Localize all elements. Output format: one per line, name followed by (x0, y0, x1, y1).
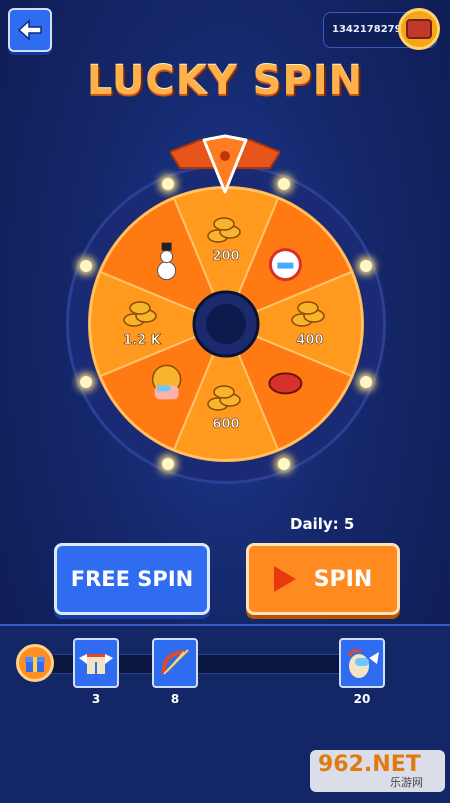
winged-pants-icon (79, 654, 113, 674)
free-spin-label: FREE SPIN (70, 567, 194, 591)
daily-count: Daily: 5 (290, 515, 355, 533)
spin-wheel: 200 400 600 1.2 K (66, 164, 386, 484)
segment-label-1: 200 (212, 249, 239, 264)
bow-arrow-icon (161, 649, 189, 675)
milestone-value-3: 20 (353, 692, 371, 706)
watermark-logo: 962.NET 乐游网 (310, 750, 445, 792)
wheel-hub-center (206, 304, 246, 344)
lion-dance-skin-icon (268, 248, 302, 282)
arrow-left-icon (17, 19, 42, 41)
free-spin-button[interactable]: FREE SPIN (54, 543, 210, 615)
milestone-reward-1[interactable] (73, 638, 119, 688)
segment-label-5: 600 (212, 417, 239, 432)
wheel-light-6 (79, 376, 92, 389)
wheel-pointer-icon (170, 134, 280, 194)
milestone-reward-3[interactable] (339, 638, 385, 688)
gift-box-icon[interactable] (16, 644, 54, 682)
cupid-crewmate-icon (347, 649, 379, 678)
segment-label-3: 400 (296, 333, 323, 348)
crewmate-hair-skin-icon (151, 364, 182, 400)
spin-button[interactable]: SPIN (246, 543, 400, 615)
watermark-sub: 乐游网 (390, 776, 423, 789)
page-title: LUCKY SPIN (86, 58, 364, 104)
milestone-reward-2[interactable] (152, 638, 198, 688)
spin-label: SPIN (313, 566, 373, 592)
segment-label-7: 1.2 K (123, 333, 162, 348)
play-icon (273, 566, 296, 592)
wheel-light-7 (79, 259, 92, 272)
milestone-value-2: 8 (170, 692, 180, 706)
treasure-chest-icon[interactable] (398, 8, 440, 50)
milestone-value-1: 3 (91, 692, 101, 706)
wheel-segments: 200 400 600 1.2 K (88, 186, 364, 462)
red-hat-icon (268, 372, 303, 395)
back-button[interactable] (8, 8, 52, 52)
coin-count: 1342178279 (332, 24, 402, 35)
